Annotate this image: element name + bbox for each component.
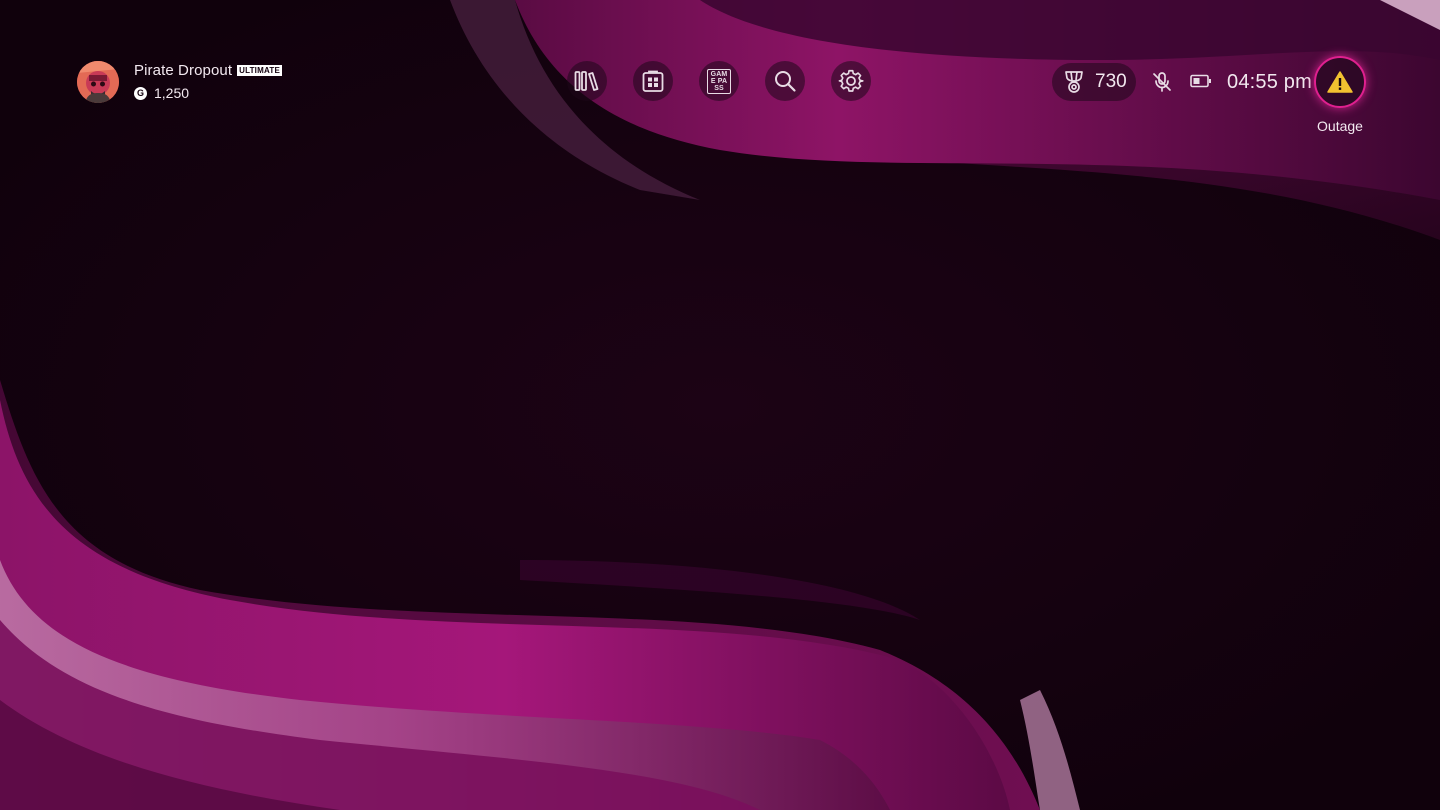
search-icon bbox=[775, 71, 796, 92]
mic-muted-status bbox=[1151, 71, 1173, 98]
mic-muted-icon bbox=[1153, 72, 1171, 92]
profile-area[interactable]: Pirate Dropout ULTIMATE G 1,250 bbox=[77, 60, 282, 103]
store-button[interactable] bbox=[633, 61, 673, 101]
pirate-avatar-icon bbox=[77, 61, 119, 103]
trophy-icon bbox=[1065, 71, 1083, 93]
library-icon bbox=[574, 71, 599, 91]
gamerscore-value: 1,250 bbox=[154, 85, 190, 101]
battery-status bbox=[1190, 74, 1212, 93]
battery-icon bbox=[1190, 74, 1211, 88]
ultimate-badge: ULTIMATE bbox=[237, 64, 282, 76]
game-pass-icon: GAME PASS bbox=[707, 68, 731, 94]
outage-label: Outage bbox=[1317, 118, 1363, 134]
store-icon bbox=[642, 70, 664, 92]
clock: 04:55 pm bbox=[1227, 71, 1312, 93]
game-pass-label: GAME PASS bbox=[710, 70, 728, 92]
settings-button[interactable] bbox=[831, 61, 871, 101]
outage-alert-button[interactable] bbox=[1314, 56, 1366, 108]
warning-icon bbox=[1327, 71, 1353, 93]
xbox-home-screen: Pirate Dropout ULTIMATE G 1,250 GAME PAS… bbox=[0, 0, 1440, 810]
my-games-library-button[interactable] bbox=[567, 61, 607, 101]
top-navigation: GAME PASS bbox=[567, 61, 871, 101]
gamerscore-icon: G bbox=[134, 86, 147, 100]
gear-icon bbox=[838, 69, 864, 92]
game-pass-button[interactable]: GAME PASS bbox=[699, 61, 739, 101]
background-waves bbox=[0, 0, 1440, 810]
achievements-button[interactable]: 730 bbox=[1052, 63, 1136, 101]
avatar[interactable] bbox=[77, 61, 119, 103]
achievements-count: 730 bbox=[1095, 71, 1127, 92]
search-button[interactable] bbox=[765, 61, 805, 101]
gamertag: Pirate Dropout bbox=[134, 61, 233, 79]
